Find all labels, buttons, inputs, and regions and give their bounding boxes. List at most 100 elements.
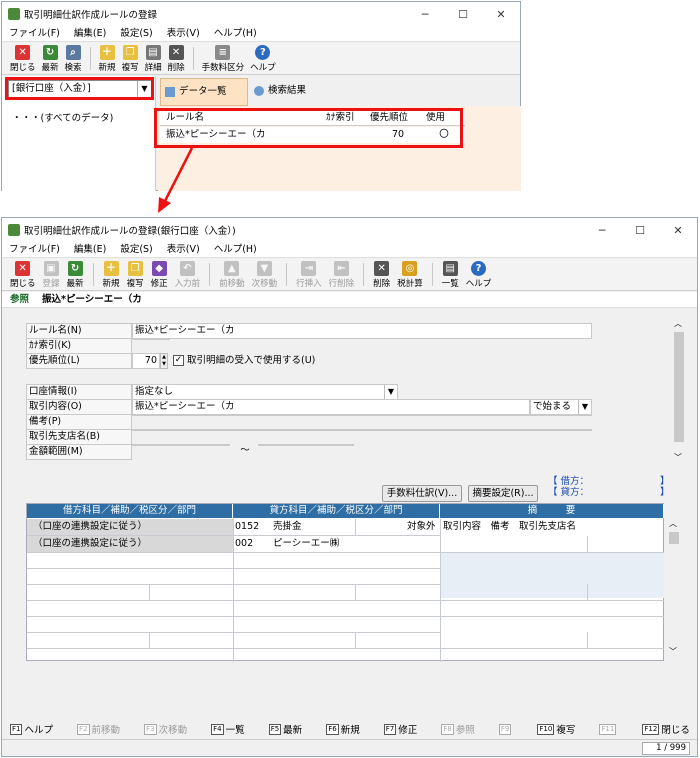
- toolbar-button-8[interactable]: ▼ 次移動: [251, 259, 278, 290]
- grid-credit-name[interactable]: 売掛金: [273, 519, 302, 535]
- delete-row-icon: ⇤: [333, 261, 349, 276]
- branch-match-select[interactable]: [530, 429, 592, 431]
- priority-spinner[interactable]: ▲ ▼: [160, 353, 168, 369]
- grid-line: [355, 519, 356, 535]
- scroll-down-icon[interactable]: ﹀: [674, 452, 682, 463]
- priority-field[interactable]: 70: [132, 353, 160, 369]
- menu-help[interactable]: ヘルプ(H): [207, 26, 264, 41]
- delete-button[interactable]: ✕ 削除: [168, 43, 185, 74]
- function-key-f6[interactable]: F6 新規: [326, 721, 360, 737]
- toolbar-button-2[interactable]: ↻ 最新: [67, 259, 84, 290]
- grid-debit-cell[interactable]: （口座の連携設定に従う）: [27, 519, 233, 535]
- function-key-f9[interactable]: F9: [498, 721, 513, 737]
- menu-help[interactable]: ヘルプ(H): [207, 242, 264, 257]
- close-icon[interactable]: ✕: [482, 8, 520, 21]
- toolbar-button-5[interactable]: ◆ 修正: [151, 259, 168, 290]
- memo-field[interactable]: [132, 414, 530, 416]
- form-scrollbar[interactable]: ︿ ﹀: [672, 318, 686, 468]
- menu-settings[interactable]: 設定(S): [113, 26, 159, 41]
- summary-settings-button[interactable]: 摘要設定(R)...: [468, 485, 538, 502]
- grid-line: [27, 552, 664, 553]
- scroll-up-icon[interactable]: ︿: [674, 318, 682, 329]
- toolbar-button-7[interactable]: ▲ 前移動: [219, 259, 245, 290]
- amount-from-field[interactable]: [132, 444, 230, 446]
- fee-journal-button[interactable]: 手数料仕訳(V)...: [382, 485, 462, 502]
- toolbar-button-13[interactable]: ▤ 一覧: [442, 259, 459, 290]
- kana-field[interactable]: [132, 338, 170, 340]
- function-key-f11[interactable]: F11: [599, 721, 618, 737]
- rule-name-field[interactable]: 振込*ピーシーエー（カ: [132, 323, 592, 339]
- content-match-select[interactable]: で始まる ▼: [530, 399, 592, 415]
- detail-button[interactable]: ▤ 詳細: [145, 43, 162, 74]
- search-button[interactable]: ⌕ 検索: [65, 43, 82, 74]
- scroll-thumb[interactable]: [669, 532, 679, 544]
- function-key-f4[interactable]: F4 一覧: [211, 721, 245, 737]
- toolbar-button-11[interactable]: ✕ 削除: [373, 259, 390, 290]
- amount-to-field[interactable]: [258, 444, 354, 446]
- copy-button[interactable]: ❐ 複写: [122, 43, 139, 74]
- toolbar-button-6[interactable]: ↶ 入力前: [175, 259, 200, 290]
- close-button[interactable]: ✕ 閉じる: [10, 43, 36, 74]
- grid-credit-code[interactable]: 002: [235, 536, 253, 552]
- grid-summary-cell[interactable]: 取引内容 備考 取引先支店名: [443, 519, 576, 535]
- toolbar-button-12[interactable]: ◎ 税計算: [397, 259, 423, 290]
- grid-line: [587, 536, 588, 552]
- status-bar: 1 / 999: [2, 739, 697, 757]
- tab-search-results[interactable]: 検索結果: [250, 78, 332, 106]
- account-select[interactable]: [銀行口座（入金）] ▼: [8, 80, 152, 98]
- grid-credit-code[interactable]: 0152: [235, 519, 259, 535]
- toolbar-button-3[interactable]: ＋ 新規: [103, 259, 120, 290]
- new-button[interactable]: ＋ 新規: [99, 43, 116, 74]
- content-field[interactable]: 振込*ピーシーエー（カ: [132, 399, 530, 415]
- menu-file[interactable]: ファイル(F): [2, 242, 67, 257]
- menu-view[interactable]: 表示(V): [160, 26, 207, 41]
- toolbar-button-1[interactable]: ▣ 登録: [43, 259, 60, 290]
- grid-debit-cell[interactable]: （口座の連携設定に従う）: [27, 536, 233, 552]
- scroll-thumb[interactable]: [674, 332, 684, 442]
- function-key-f1[interactable]: F1 ヘルプ: [10, 721, 53, 737]
- minimize-icon[interactable]: ─: [583, 224, 621, 237]
- account-info-select[interactable]: 指定なし ▼: [132, 384, 398, 400]
- branch-field[interactable]: [132, 429, 530, 431]
- refresh-button[interactable]: ↻ 最新: [42, 43, 59, 74]
- toolbar-button-14[interactable]: ? ヘルプ: [466, 259, 491, 290]
- minimize-icon[interactable]: ─: [406, 8, 444, 21]
- tab-data-list[interactable]: データ一覧: [160, 78, 248, 106]
- function-key-f10[interactable]: F10 複写: [537, 721, 575, 737]
- toolbar-button-9[interactable]: ⇥ 行挿入: [296, 259, 322, 290]
- scroll-up-icon[interactable]: ︿: [669, 518, 677, 529]
- menu-edit[interactable]: 編集(E): [67, 242, 113, 257]
- toolbar-button-4[interactable]: ❐ 複写: [127, 259, 144, 290]
- chevron-down-icon[interactable]: ▼: [578, 400, 591, 414]
- grid-credit-name[interactable]: ピーシーエー㈱: [273, 536, 339, 552]
- grid-credit-tax[interactable]: 対象外: [407, 519, 436, 535]
- table-row[interactable]: 振込*ピーシーエー（カ 70 〇: [160, 127, 465, 143]
- tree-item-all[interactable]: ・・・(すべてのデータ): [12, 110, 113, 124]
- use-checkbox[interactable]: ✓: [173, 355, 184, 366]
- function-key-f3[interactable]: F3 次移動: [144, 721, 187, 737]
- memo-match-select[interactable]: [530, 414, 592, 416]
- function-key-f2[interactable]: F2 前移動: [77, 721, 120, 737]
- close-icon[interactable]: ✕: [659, 224, 697, 237]
- fee-category-button[interactable]: ≡ 手数料区分: [202, 43, 244, 74]
- menu-view[interactable]: 表示(V): [160, 242, 207, 257]
- toolbar-button-0[interactable]: ✕ 閉じる: [10, 259, 36, 290]
- toolbar-label: 次移動: [251, 279, 278, 289]
- chevron-down-icon[interactable]: ▼: [137, 81, 151, 97]
- menu-file[interactable]: ファイル(F): [2, 26, 67, 41]
- toolbar-button-10[interactable]: ⇤ 行削除: [329, 259, 354, 290]
- menu-edit[interactable]: 編集(E): [67, 26, 113, 41]
- menu-settings[interactable]: 設定(S): [113, 242, 159, 257]
- grid-scrollbar[interactable]: ︿ ﹀: [668, 518, 680, 658]
- function-key-f5[interactable]: F5 最新: [268, 721, 302, 737]
- function-key-f8[interactable]: F8 参照: [441, 721, 475, 737]
- chevron-down-icon[interactable]: ▼: [384, 385, 397, 399]
- toolbar-label: 閉じる: [10, 279, 36, 289]
- function-key-f7[interactable]: F7 修正: [383, 721, 417, 737]
- help-button[interactable]: ? ヘルプ: [250, 43, 276, 74]
- scroll-down-icon[interactable]: ﹀: [669, 646, 677, 657]
- maximize-icon[interactable]: ☐: [621, 224, 659, 237]
- toolbar-divider: [209, 263, 211, 286]
- maximize-icon[interactable]: ☐: [444, 8, 482, 21]
- function-key-f12[interactable]: F12 閉じる: [642, 721, 690, 737]
